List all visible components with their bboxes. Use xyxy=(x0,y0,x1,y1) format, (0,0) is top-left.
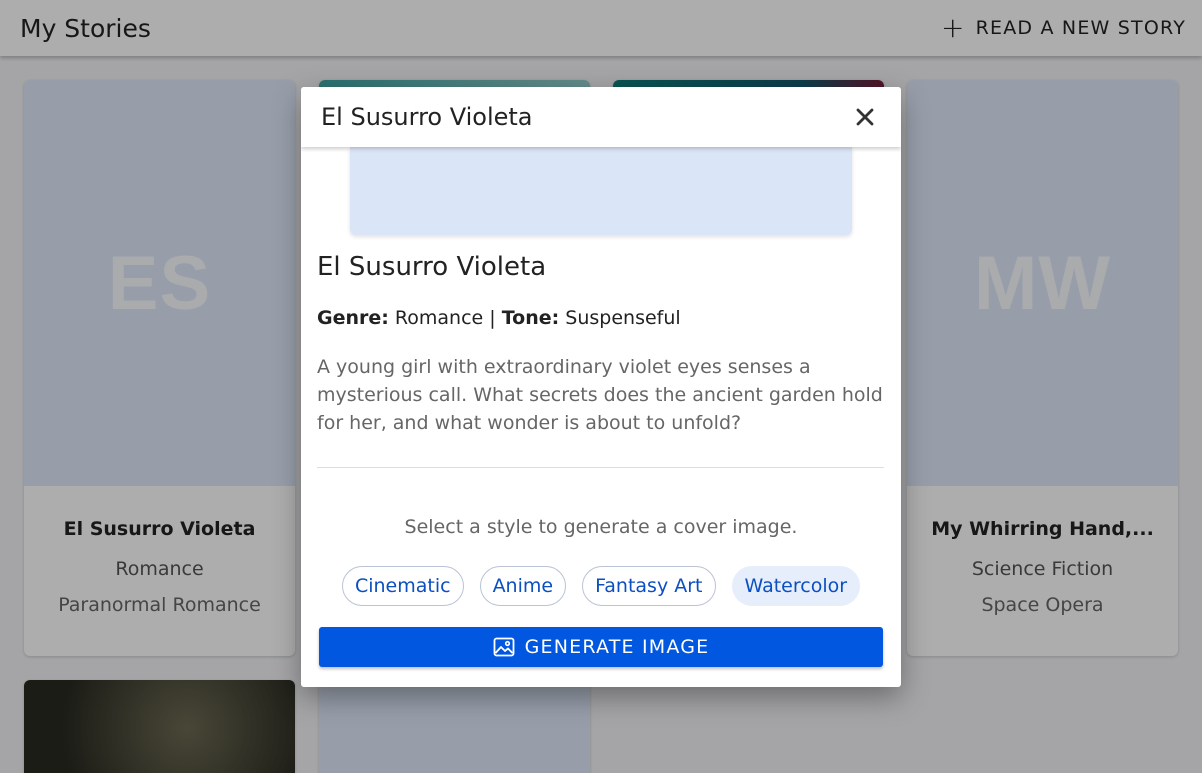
dialog-title: El Susurro Violeta xyxy=(321,103,533,131)
dialog-header: El Susurro Violeta xyxy=(301,87,901,147)
style-chip-cinematic[interactable]: Cinematic xyxy=(341,566,464,606)
style-chip-group: Cinematic Anime Fantasy Art Watercolor xyxy=(301,566,901,606)
cover-image-preview xyxy=(350,147,852,235)
style-prompt: Select a style to generate a cover image… xyxy=(404,516,798,538)
tone-label: Tone: xyxy=(501,307,560,329)
story-title: El Susurro Violeta xyxy=(317,252,547,282)
tone-value: Suspenseful xyxy=(565,307,681,329)
close-button[interactable] xyxy=(849,101,881,133)
story-meta: Genre: Romance | Tone: Suspenseful xyxy=(317,307,681,329)
style-chip-fantasy-art[interactable]: Fantasy Art xyxy=(582,566,716,606)
image-icon xyxy=(493,637,515,657)
meta-separator: | xyxy=(489,307,496,329)
genre-label: Genre: xyxy=(317,307,389,329)
genre-value: Romance xyxy=(394,307,484,329)
style-chip-anime[interactable]: Anime xyxy=(479,566,567,606)
story-dialog: El Susurro Violeta El Susurro Violeta Ge… xyxy=(301,87,901,687)
style-chip-watercolor[interactable]: Watercolor xyxy=(731,566,861,606)
generate-image-button[interactable]: GENERATE IMAGE xyxy=(319,627,883,667)
generate-image-label: GENERATE IMAGE xyxy=(524,636,710,658)
close-icon xyxy=(856,108,874,126)
divider xyxy=(317,467,884,468)
story-description: A young girl with extraordinary violet e… xyxy=(317,356,883,434)
